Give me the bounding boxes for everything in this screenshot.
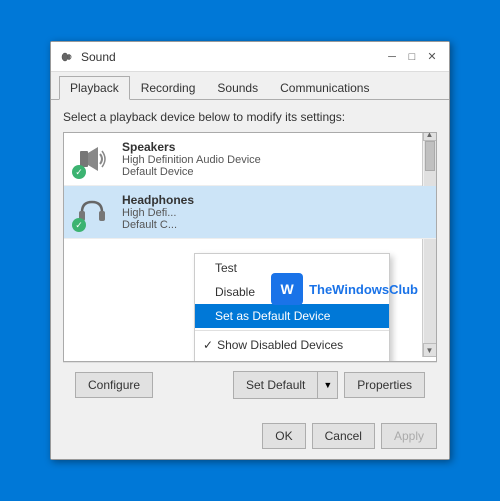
set-default-group: Set Default ▼ [233, 371, 338, 399]
set-default-arrow[interactable]: ▼ [318, 372, 337, 398]
maximize-button[interactable]: □ [403, 48, 421, 66]
scroll-up[interactable]: ▲ [423, 132, 437, 141]
close-button[interactable]: ✕ [423, 48, 441, 66]
minimize-button[interactable]: ─ [383, 48, 401, 66]
sound-dialog: Sound ─ □ ✕ Playback Recording Sounds Co… [50, 41, 450, 460]
check-disabled-icon: ✓ [203, 338, 213, 352]
speakers-icon-container: ✓ [72, 139, 112, 179]
window-controls: ─ □ ✕ [383, 48, 441, 66]
headphones-name: Headphones [122, 193, 428, 207]
device-headphones[interactable]: ✓ Headphones High Defi... Default C... [64, 186, 436, 239]
ok-button[interactable]: OK [262, 423, 305, 449]
headphones-info: Headphones High Defi... Default C... [122, 193, 428, 231]
watermark: W TheWindowsClub [271, 273, 418, 305]
scrollbar[interactable]: ▲ ▼ [422, 132, 436, 357]
set-default-button[interactable]: Set Default [234, 372, 318, 398]
window-title: Sound [81, 50, 383, 64]
watermark-logo: W [271, 273, 303, 305]
tab-content: Select a playback device below to modify… [51, 100, 449, 417]
tab-bar: Playback Recording Sounds Communications [51, 72, 449, 100]
default-check-headphones: ✓ [72, 218, 86, 232]
cancel-button[interactable]: Cancel [312, 423, 375, 449]
dialog-footer: OK Cancel Apply [51, 417, 449, 459]
speakers-desc2: Default Device [122, 166, 428, 178]
tab-recording[interactable]: Recording [130, 76, 207, 100]
ctx-set-default[interactable]: Set as Default Device [195, 304, 389, 328]
speakers-info: Speakers High Definition Audio Device De… [122, 140, 428, 178]
headphones-desc1: High Defi... [122, 207, 428, 219]
configure-button[interactable]: Configure [75, 372, 153, 398]
ctx-sep1 [195, 330, 389, 331]
speakers-name: Speakers [122, 140, 428, 154]
device-speakers[interactable]: ✓ Speakers High Definition Audio Device … [64, 133, 436, 186]
watermark-text: TheWindowsClub [309, 282, 418, 297]
tab-sounds[interactable]: Sounds [206, 76, 269, 100]
speakers-desc1: High Definition Audio Device [122, 154, 428, 166]
scroll-down[interactable]: ▼ [423, 343, 437, 357]
scroll-thumb[interactable] [425, 141, 435, 171]
device-list: ✓ Speakers High Definition Audio Device … [63, 132, 437, 362]
apply-button[interactable]: Apply [381, 423, 437, 449]
ctx-show-disconnected[interactable]: ✓ Show Disconnected Devices [195, 357, 389, 362]
tab-playback[interactable]: Playback [59, 76, 130, 100]
instruction-text: Select a playback device below to modify… [63, 110, 437, 124]
window-icon [59, 49, 75, 65]
ctx-show-disabled[interactable]: ✓ Show Disabled Devices [195, 333, 389, 357]
tab-communications[interactable]: Communications [269, 76, 380, 100]
properties-button[interactable]: Properties [344, 372, 425, 398]
scroll-track [424, 141, 436, 343]
title-bar: Sound ─ □ ✕ [51, 42, 449, 72]
headphones-icon-container: ✓ [72, 192, 112, 232]
ctx-show-disabled-label: Show Disabled Devices [217, 338, 343, 352]
default-check-speakers: ✓ [72, 165, 86, 179]
context-menu: Test Disable Set as Default Device ✓ Sho… [194, 253, 390, 362]
headphones-desc2: Default C... [122, 219, 428, 231]
device-actions-bar: Configure Set Default ▼ Properties [63, 362, 437, 407]
